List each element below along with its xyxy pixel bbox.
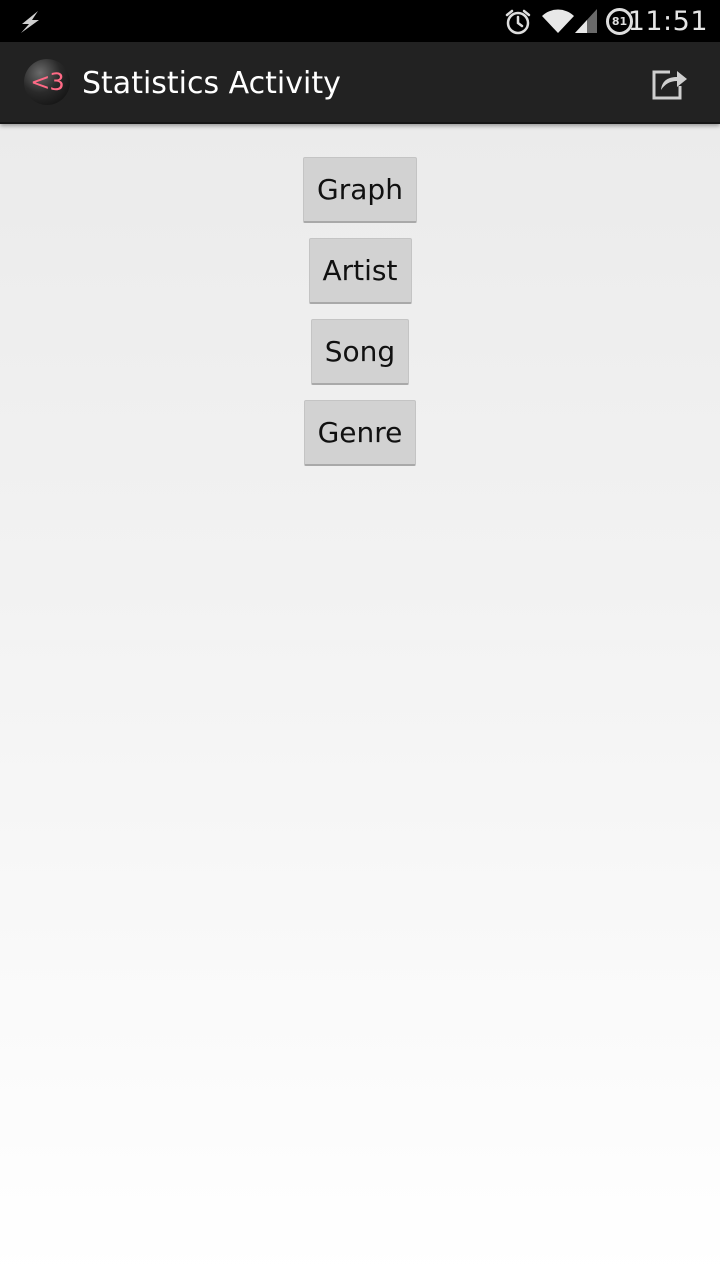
status-bar: 81 11:51 — [0, 0, 720, 42]
alarm-icon — [504, 8, 532, 36]
page-title: Statistics Activity — [82, 66, 341, 101]
wifi-icon — [541, 7, 575, 35]
clock: 11:51 — [627, 6, 708, 37]
app-logo-icon[interactable]: <3 — [24, 59, 70, 105]
share-button[interactable] — [646, 60, 694, 108]
genre-button[interactable]: Genre — [303, 400, 417, 466]
artist-button[interactable]: Artist — [308, 238, 412, 304]
share-icon — [652, 70, 687, 100]
button-list: Graph Artist Song Genre — [0, 157, 720, 481]
song-button[interactable]: Song — [310, 319, 410, 385]
graph-button[interactable]: Graph — [303, 157, 417, 223]
action-bar: <3 Statistics Activity — [0, 42, 720, 124]
signal-icon — [574, 8, 598, 34]
flash-icon — [16, 8, 44, 36]
